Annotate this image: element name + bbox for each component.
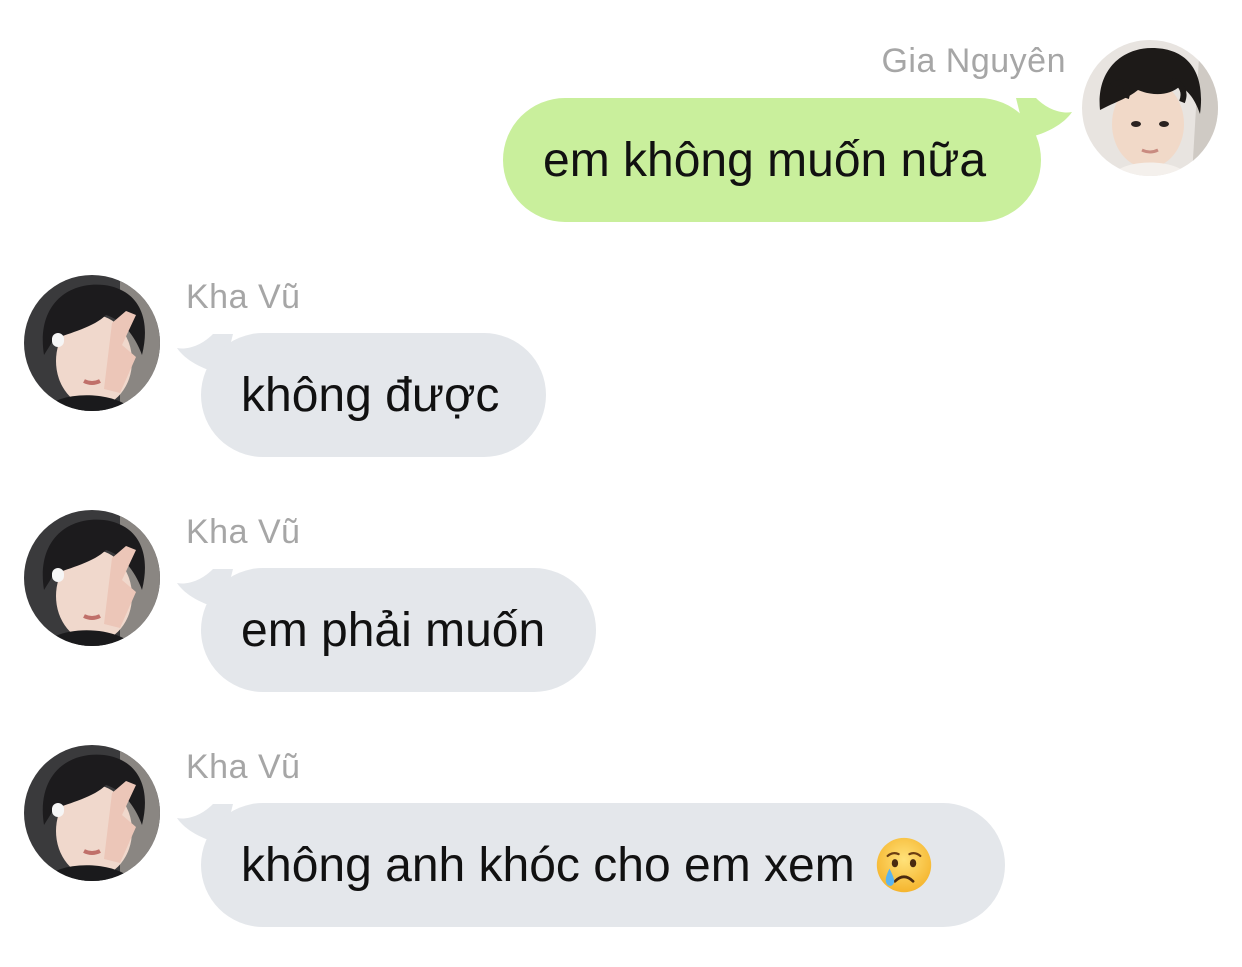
sender-name: Kha Vũ — [186, 278, 301, 316]
sender-name: Kha Vũ — [186, 513, 301, 551]
crying-face-emoji — [875, 836, 933, 894]
sender-name: Kha Vũ — [186, 748, 301, 786]
avatar-gia-nguyen[interactable] — [1082, 40, 1218, 176]
avatar-kha-vu[interactable] — [24, 745, 160, 881]
message-text: không được — [241, 368, 500, 422]
message-text: không anh khóc cho em xem — [241, 838, 855, 892]
avatar-kha-vu[interactable] — [24, 510, 160, 646]
message-bubble[interactable]: không được — [201, 333, 546, 457]
message-text: em không muốn nữa — [543, 133, 987, 187]
avatar-kha-vu[interactable] — [24, 275, 160, 411]
sender-name: Gia Nguyên — [881, 42, 1066, 80]
message-bubble[interactable]: em phải muốn — [201, 568, 596, 692]
message-bubble[interactable]: không anh khóc cho em xem — [201, 803, 1005, 927]
message-bubble[interactable]: em không muốn nữa — [503, 98, 1041, 222]
message-text: em phải muốn — [241, 603, 546, 657]
